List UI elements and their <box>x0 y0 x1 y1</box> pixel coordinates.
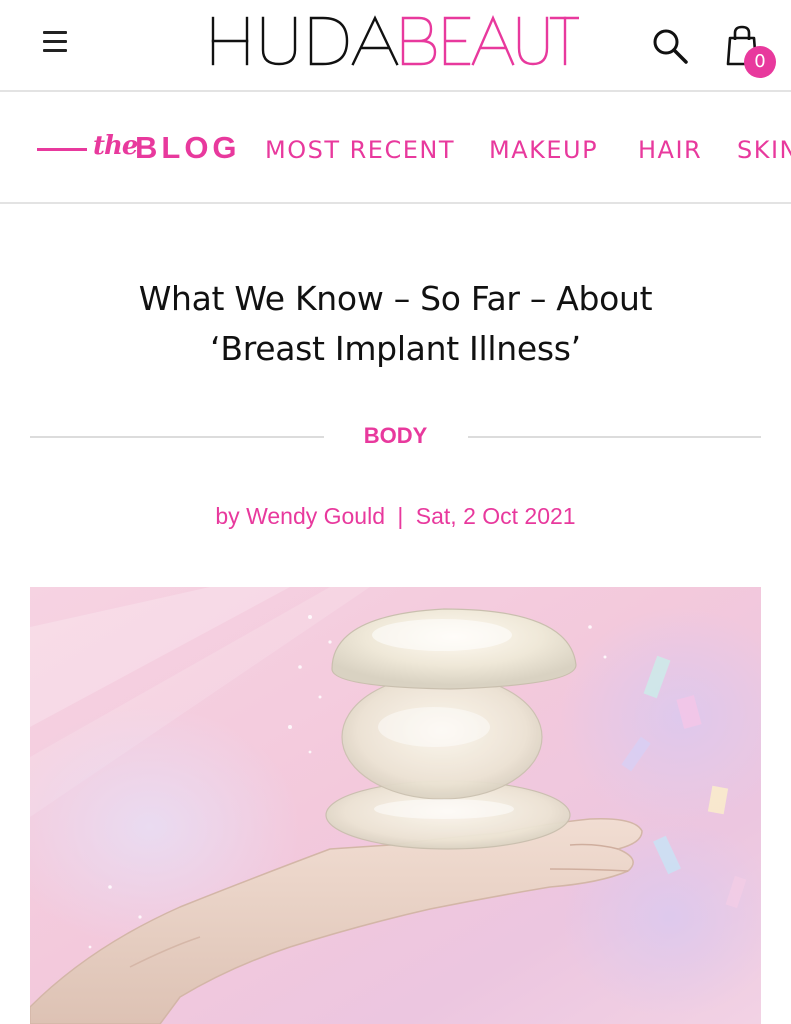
hero-illustration <box>30 587 761 1024</box>
byline-author[interactable]: by Wendy Gould <box>215 503 385 529</box>
site-header: 0 <box>0 0 791 92</box>
category-link[interactable]: BODY <box>330 423 461 449</box>
brand-script: the <box>93 131 138 161</box>
blog-nav-bar: the BLOG MOST RECENT MAKEUP HAIR SKIN <box>0 92 791 204</box>
nav-skin[interactable]: SKIN <box>737 136 791 164</box>
menu-bar <box>43 40 67 43</box>
byline-date: Sat, 2 Oct 2021 <box>415 503 576 529</box>
logo-wordmark <box>211 14 579 66</box>
category-divider-right <box>468 436 761 438</box>
brand-word: BLOG <box>135 130 241 165</box>
hamburger-menu-icon[interactable] <box>40 25 74 57</box>
menu-bar <box>43 31 67 34</box>
article-byline: by Wendy Gould | Sat, 2 Oct 2021 <box>60 503 731 530</box>
byline-separator: | <box>397 503 404 529</box>
huda-beauty-logo[interactable] <box>207 12 579 68</box>
cart-count-badge: 0 <box>744 46 776 78</box>
category-divider-left <box>30 436 324 438</box>
search-glyph <box>653 29 688 64</box>
shopping-bag-icon[interactable]: 0 <box>722 24 778 80</box>
menu-bar <box>43 49 67 52</box>
brand-dash <box>37 148 87 151</box>
article-title-line1: What We Know – So Far – About <box>138 279 653 318</box>
nav-most-recent[interactable]: MOST RECENT <box>265 136 455 164</box>
article-title-line2: ‘Breast Implant Illness’ <box>210 329 581 368</box>
article-title: What We Know – So Far – About ‘Breast Im… <box>60 274 731 374</box>
nav-hair[interactable]: HAIR <box>638 136 702 164</box>
hero-image[interactable] <box>30 587 761 1024</box>
search-icon[interactable] <box>650 26 690 66</box>
nav-makeup[interactable]: MAKEUP <box>489 136 598 164</box>
